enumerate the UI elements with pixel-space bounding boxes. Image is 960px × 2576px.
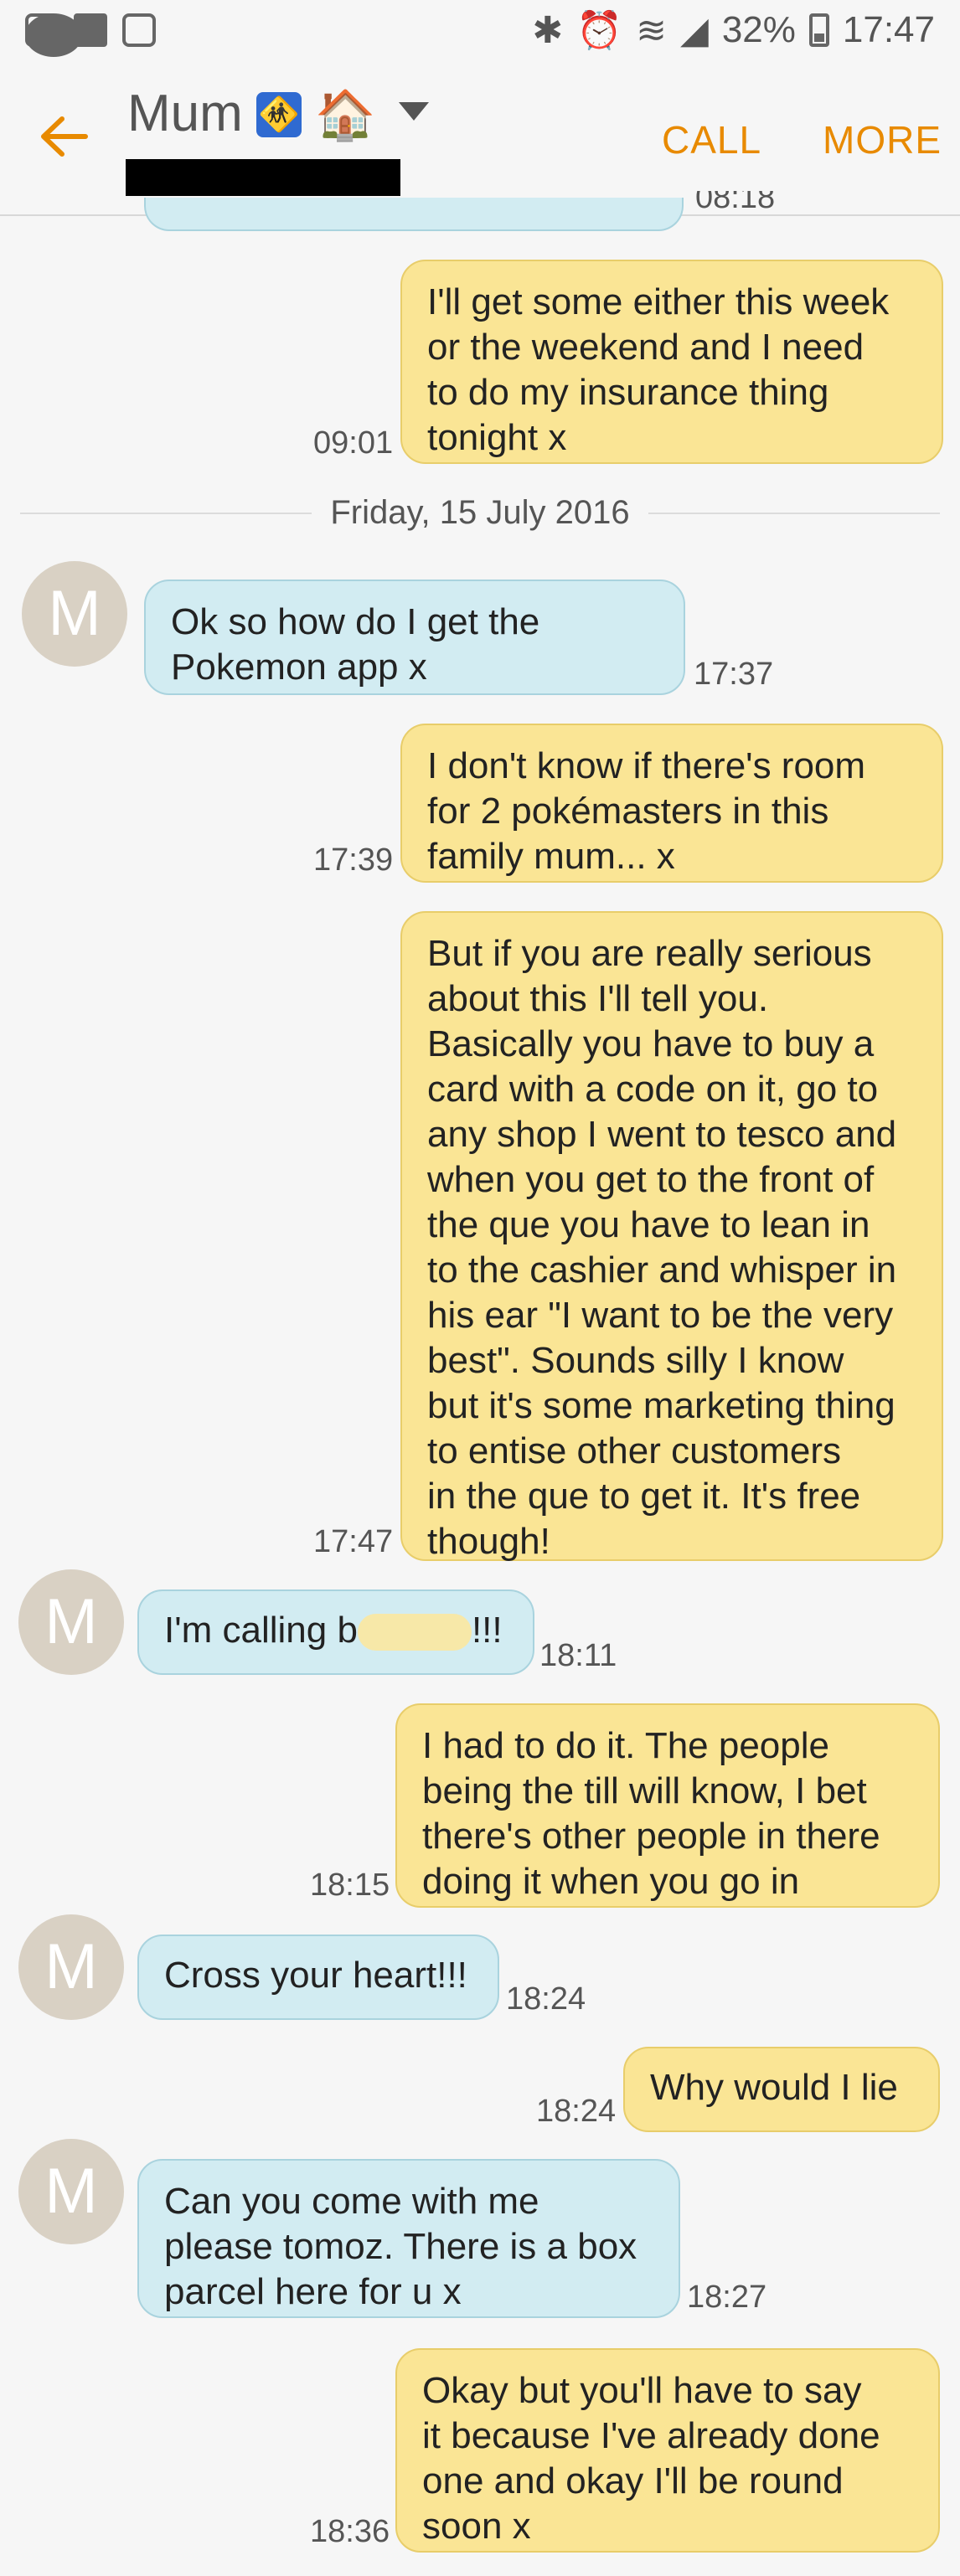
message-bubble-sent[interactable]: Okay but you'll have to say it because I…	[395, 2348, 940, 2553]
message-bubble-sent[interactable]: I'll get some either this week or the we…	[400, 260, 943, 464]
message-time: 18:27	[687, 2280, 767, 2315]
message-bubble-partial[interactable]	[144, 198, 684, 231]
message-time: 18:24	[506, 1981, 586, 2017]
contact-avatar[interactable]: M	[18, 2139, 124, 2244]
message-time: 18:15	[310, 1868, 390, 1903]
battery-icon	[808, 13, 829, 47]
message-bubble-received[interactable]: Can you come with me please tomoz. There…	[137, 2159, 680, 2318]
more-button[interactable]: MORE	[823, 117, 942, 162]
status-bar: ✱ ⏰ ≋ ◢ 32% 17:47	[0, 0, 960, 65]
wifi-icon: ≋	[636, 9, 667, 51]
messenger-icon	[25, 13, 82, 57]
clock: 17:47	[842, 9, 935, 50]
message-bubble-received[interactable]: Cross your heart!!!	[137, 1935, 499, 2020]
call-button[interactable]: CALL	[662, 117, 761, 162]
date-separator: Friday, 15 July 2016	[0, 494, 960, 531]
gallery-icon	[122, 13, 156, 47]
message-time: 17:47	[313, 1524, 394, 1559]
message-time: 18:11	[539, 1638, 617, 1673]
message-bubble-received[interactable]: Ok so how do I get the Pokemon app x	[144, 580, 685, 695]
blurred-text	[357, 1614, 472, 1651]
message-bubble-sent[interactable]: But if you are really serious about this…	[400, 911, 943, 1562]
battery-percent: 32%	[721, 9, 796, 50]
conversation-header: Mum 🚸 🏠 CALL MORE	[0, 65, 960, 216]
contact-avatar[interactable]: M	[22, 561, 127, 667]
chevron-down-icon[interactable]	[399, 102, 429, 121]
alarm-icon: ⏰	[576, 10, 623, 51]
message-bubble-sent[interactable]: I don't know if there's room for 2 pokém…	[400, 724, 943, 883]
message-time: 18:24	[536, 2094, 617, 2129]
message-time: 17:37	[694, 657, 774, 692]
message-bubble-sent[interactable]: Why would I lie	[623, 2047, 940, 2132]
redacted-phone-number	[126, 159, 400, 196]
message-time: 17:39	[313, 842, 394, 878]
house-emoji: 🏠	[315, 88, 376, 142]
contact-avatar[interactable]: M	[18, 1569, 124, 1675]
system-indicators: ✱ ⏰ ≋ ◢ 32% 17:47	[532, 8, 935, 52]
message-time: 08:18	[695, 191, 776, 214]
message-bubble-received[interactable]: I'm calling b!!!	[137, 1589, 534, 1675]
contact-name[interactable]: Mum	[127, 84, 243, 143]
children-crossing-emoji: 🚸	[256, 92, 302, 137]
contact-avatar[interactable]: M	[18, 1914, 124, 2020]
message-time: 18:36	[310, 2514, 390, 2549]
date-label: Friday, 15 July 2016	[312, 494, 648, 531]
notification-icons	[25, 13, 156, 57]
back-arrow-icon[interactable]	[39, 116, 89, 157]
bluetooth-icon: ✱	[532, 9, 564, 51]
message-bubble-sent[interactable]: I had to do it. The people being the til…	[395, 1703, 940, 1908]
message-time: 09:01	[313, 425, 394, 461]
signal-icon: ◢	[679, 9, 709, 51]
